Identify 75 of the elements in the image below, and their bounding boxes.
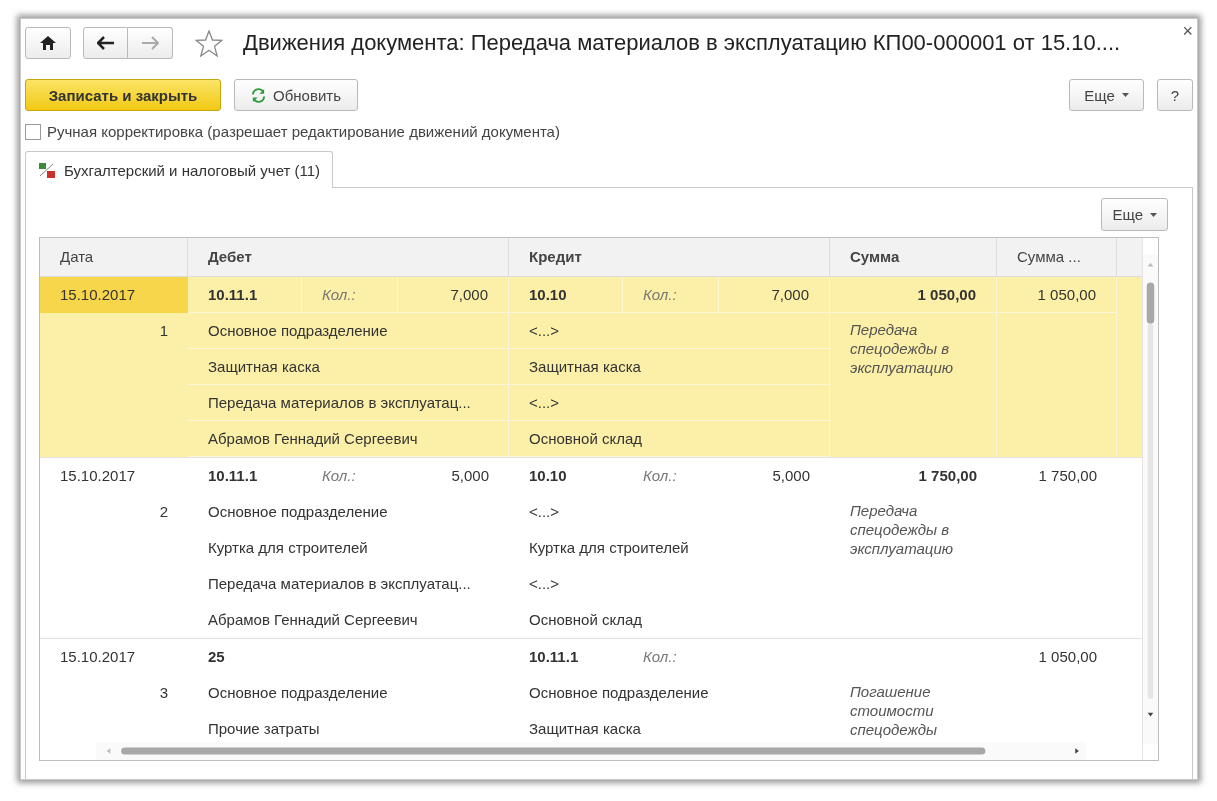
subconto-cell-text: Основное подразделение <box>207 683 389 704</box>
quantity-label: Кол.: <box>642 647 678 668</box>
date-cell-text: 15.10.2017 <box>59 647 137 668</box>
back-button[interactable] <box>83 27 128 59</box>
amount-cell-text: 1 750,00 <box>1037 466 1098 487</box>
subconto-cell: Защитная каска <box>188 348 509 385</box>
refresh-icon <box>251 87 267 103</box>
quantity-label: Кол.: <box>302 276 398 313</box>
subconto-cell: Защитная каска <box>509 348 830 385</box>
subconto-cell-text: Передача материалов в эксплуатац... <box>207 574 472 595</box>
checkbox-label[interactable]: Ручная корректировка (разрешает редактирование движений документа) <box>47 123 560 140</box>
save-and-close-button[interactable]: Записать и закрыть <box>25 79 221 111</box>
more-button[interactable]: Еще <box>1069 79 1144 111</box>
account-cell-text: 10.10 <box>528 466 568 487</box>
quantity-label: Кол.: <box>321 466 357 487</box>
help-button[interactable]: ? <box>1157 79 1193 111</box>
quantity-cell-text: 5,000 <box>771 466 811 487</box>
account-cell: 10.11.1 <box>188 276 302 313</box>
subconto-cell-text: Куртка для строителей <box>207 538 369 559</box>
subconto-cell: <...> <box>509 312 830 349</box>
account-cell-text: 25 <box>207 647 226 668</box>
subconto-cell: <...> <box>509 384 830 421</box>
amount-cell-text: 1 050,00 <box>1037 647 1098 668</box>
subconto-cell: Основное подразделение <box>188 312 509 349</box>
content-cell-text: Погашение стоимости спецодежды <box>849 681 939 740</box>
subconto-cell-text: Защитная каска <box>528 719 642 740</box>
subconto-cell-text: Основной склад <box>528 610 643 631</box>
subconto-cell: Абрамов Геннадий Сергеевич <box>188 420 509 457</box>
column-header[interactable]: Дебет <box>188 238 509 276</box>
column-header[interactable]: Сумма <box>830 238 997 276</box>
column-header[interactable]: Кредит <box>509 238 830 276</box>
checkbox[interactable] <box>25 123 41 140</box>
refresh-button[interactable]: Обновить <box>234 79 358 111</box>
quantity-label: Кол.: <box>623 276 719 313</box>
date-cell-text: 15.10.2017 <box>59 466 137 487</box>
quantity-cell-text: 5,000 <box>450 466 490 487</box>
quantity-cell: 7,000 <box>398 276 509 313</box>
subconto-cell-text: Основное подразделение <box>528 683 710 704</box>
row-number: 1 <box>158 321 169 342</box>
subconto-cell-text: <...> <box>528 502 561 523</box>
arrow-left-icon <box>96 36 115 50</box>
content-cell: Передача спецодежды в эксплуатацию <box>830 312 997 457</box>
quantity-cell: 7,000 <box>719 276 830 313</box>
subconto-cell: Основной склад <box>509 420 830 457</box>
close-button[interactable]: × <box>1182 21 1193 42</box>
table-row[interactable] <box>40 276 1142 458</box>
subconto-cell-text: Прочие затраты <box>207 719 321 740</box>
arrow-right-icon <box>141 36 159 50</box>
window-title: Движения документа: Передача материалов в эксплуатацию КП00-000001 от 15.10.... <box>243 30 1122 56</box>
subconto-cell-text: Абрамов Геннадий Сергеевич <box>207 610 419 631</box>
quantity-label: Кол.: <box>642 466 678 487</box>
caret-icon <box>1150 212 1157 217</box>
amount-cell: 1 050,00 <box>830 276 997 313</box>
account-cell-text: 10.11.1 <box>528 647 580 668</box>
subconto-cell-text: Куртка для строителей <box>528 538 690 559</box>
row-number: 2 <box>158 502 169 523</box>
more-button[interactable]: Еще <box>1101 198 1168 231</box>
tab[interactable]: Бухгалтерский и налоговый учет (11) <box>25 151 334 188</box>
column-header[interactable]: Сумма ... <box>997 238 1117 276</box>
account-cell-text: 10.11.1 <box>207 466 259 487</box>
caret-icon <box>1121 93 1129 97</box>
ledger-icon <box>38 161 56 179</box>
account-cell: 10.10 <box>509 276 623 313</box>
subconto-cell-text: <...> <box>528 574 561 595</box>
amount-cell: 1 050,00 <box>997 276 1117 313</box>
star-icon[interactable] <box>195 29 223 57</box>
home-icon <box>40 36 56 50</box>
content-cell-text: Передача спецодежды в эксплуатацию <box>849 500 955 559</box>
column-header[interactable]: Дата <box>40 238 188 276</box>
subconto-cell-text: Основное подразделение <box>207 502 389 523</box>
subconto-cell: Передача материалов в эксплуатац... <box>188 384 509 421</box>
amount-cell-text: 1 750,00 <box>917 466 978 487</box>
row-number: 3 <box>158 683 169 704</box>
home-button[interactable] <box>25 27 71 59</box>
date-cell: 15.10.2017 <box>40 276 188 313</box>
